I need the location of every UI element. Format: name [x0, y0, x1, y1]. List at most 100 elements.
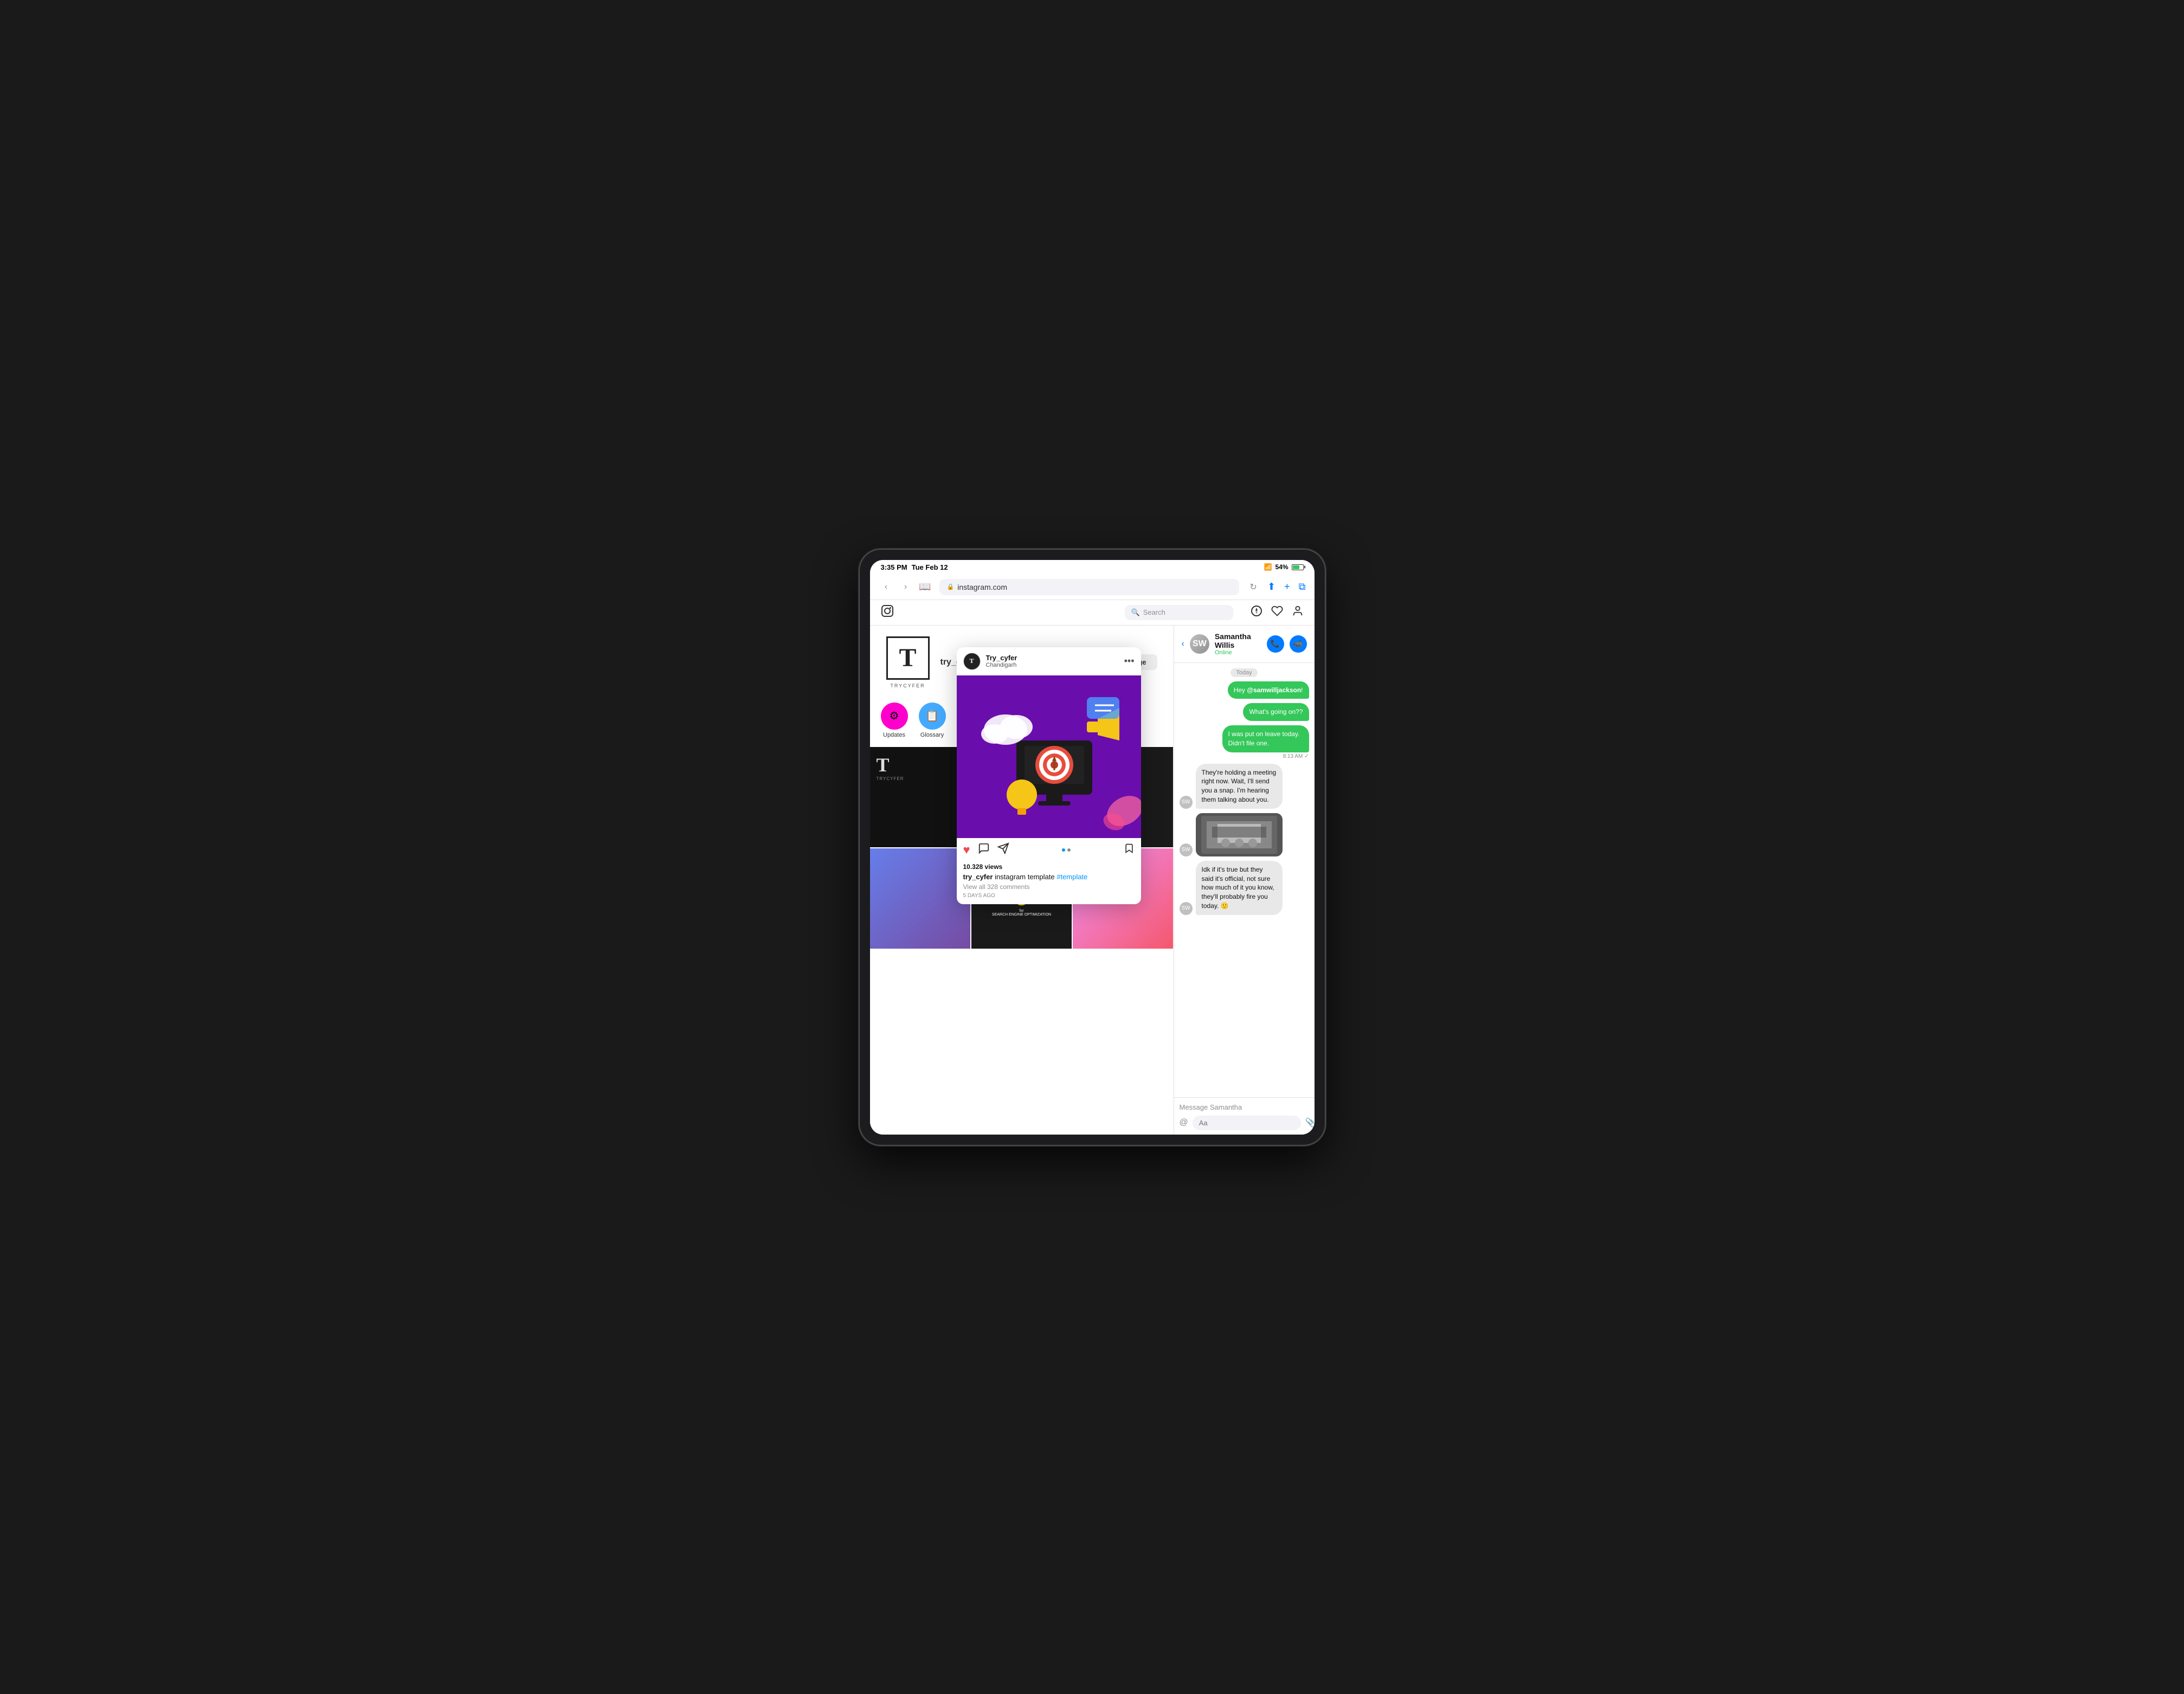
- msg-image-bubble[interactable]: [1196, 813, 1283, 856]
- trycyfer-label: TRYCYFER: [890, 683, 925, 688]
- dot-1: [1062, 848, 1065, 852]
- ig-navbar: 🔍 Search: [870, 600, 1315, 626]
- msg-sender-avatar-1: SW: [1180, 796, 1193, 809]
- main-content: T TRYCYFER try_cyfer Follow Message: [870, 626, 1315, 1135]
- post-views: 10.328 views: [963, 863, 1135, 871]
- battery-percent: 54%: [1275, 563, 1288, 571]
- msg-image-svg: [1196, 813, 1283, 856]
- reload-button[interactable]: ↻: [1246, 579, 1261, 595]
- msg-contact-name: Samantha Willis: [1215, 632, 1261, 649]
- post-card-user-info: Try_cyfer Chandigarh: [986, 654, 1119, 668]
- lock-icon: 🔒: [947, 583, 955, 590]
- view-comments-link[interactable]: View all 328 comments: [963, 883, 1135, 891]
- ipad-frame: 3:35 PM Tue Feb 12 📶 54% ‹ › 📖 🔒 instagr…: [859, 549, 1325, 1145]
- ig-profile-area: T TRYCYFER try_cyfer Follow Message: [870, 626, 1174, 1135]
- post-card-header: T Try_cyfer Chandigarh •••: [957, 647, 1141, 675]
- dots-indicator: [1062, 848, 1071, 852]
- glossary-for-text: forSEARCH ENGINE OPTIMIZATION: [992, 909, 1051, 917]
- compass-icon[interactable]: [1251, 605, 1262, 620]
- msg-row-4: SW They're holding a meeting right now. …: [1180, 764, 1309, 809]
- post-caption: try_cyfer instagram template #template: [963, 873, 1135, 881]
- post-card-actions: ♥: [957, 838, 1141, 862]
- profile-icon[interactable]: [1292, 605, 1304, 620]
- like-button[interactable]: ♥: [963, 843, 970, 857]
- at-icon[interactable]: @: [1180, 1118, 1188, 1128]
- msg-bubble-3: I was put on leave today. Didn't file on…: [1222, 725, 1309, 752]
- bookmarks-button[interactable]: 📖: [918, 579, 933, 595]
- post-card-avatar: T: [963, 653, 981, 670]
- msg-sender-avatar-3: SW: [1180, 902, 1193, 915]
- ig-search-bar[interactable]: 🔍 Search: [1125, 605, 1233, 620]
- msg-bubble-5: Idk if it's true but they said it's offi…: [1196, 861, 1283, 915]
- time-display: 3:35 PM: [881, 563, 907, 571]
- glossary-label: Glossary: [920, 732, 944, 738]
- battery-fill: [1293, 565, 1299, 569]
- msg-row-5: SW: [1180, 813, 1309, 856]
- share-button[interactable]: ⬆: [1267, 581, 1275, 592]
- msg-bubble-4: They're holding a meeting right now. Wai…: [1196, 764, 1283, 809]
- status-bar: 3:35 PM Tue Feb 12 📶 54%: [870, 560, 1315, 575]
- msg-input-row: @ 📎 🖼 📷 🎤 ▶: [1180, 1116, 1309, 1130]
- msg-row-3-container: I was put on leave today. Didn't file on…: [1222, 725, 1309, 759]
- url-text: instagram.com: [957, 583, 1007, 591]
- battery-icon: [1292, 564, 1304, 570]
- glossary-item[interactable]: 📋 Glossary: [919, 703, 946, 738]
- msg-row-2: What's going on??: [1180, 703, 1309, 721]
- msg-online-status: Online: [1215, 649, 1261, 656]
- post-card-location: Chandigarh: [986, 662, 1119, 668]
- grid-item-1[interactable]: T TRYCYFER: [870, 747, 970, 847]
- msg-input-placeholder: Message Samantha: [1180, 1102, 1309, 1112]
- msg-header: ‹ SW Samantha Willis Online 📞 📹: [1174, 626, 1315, 663]
- tabs-button[interactable]: ⧉: [1299, 581, 1306, 592]
- search-icon: 🔍: [1131, 608, 1140, 617]
- msg-bubble-2: What's going on??: [1243, 703, 1309, 721]
- attach-icon[interactable]: 📎: [1305, 1117, 1315, 1128]
- phone-call-button[interactable]: 📞: [1267, 635, 1284, 653]
- heart-icon[interactable]: [1271, 605, 1283, 620]
- msg-row-1: Hey @samwilljackson!: [1180, 681, 1309, 699]
- caption-username: try_cyfer: [963, 873, 993, 881]
- post-more-button[interactable]: •••: [1124, 655, 1135, 667]
- msg-sender-avatar-2: SW: [1180, 843, 1193, 856]
- glossary-icon: 📋: [919, 703, 946, 730]
- bookmark-button[interactable]: [1124, 842, 1135, 858]
- msg-date-label: Today: [1230, 668, 1257, 677]
- share-post-button[interactable]: [997, 842, 1009, 858]
- msg-timestamp-1: 8:13 AM ✓: [1283, 753, 1309, 759]
- trycyfer-logo: T: [886, 636, 930, 680]
- post-card-body: 10.328 views try_cyfer instagram templat…: [957, 862, 1141, 904]
- msg-input-area: Message Samantha @ 📎 🖼 📷 🎤 ▶: [1174, 1097, 1315, 1135]
- new-tab-button[interactable]: +: [1284, 581, 1290, 592]
- date-display: Tue Feb 12: [912, 563, 948, 571]
- ipad-screen: 3:35 PM Tue Feb 12 📶 54% ‹ › 📖 🔒 instagr…: [870, 560, 1315, 1135]
- browser-chrome: ‹ › 📖 🔒 instagram.com ↻ ⬆ + ⧉: [870, 575, 1315, 600]
- post-card: T Try_cyfer Chandigarh •••: [957, 647, 1141, 904]
- updates-icon: ⚙: [881, 703, 908, 730]
- post-time: 5 DAYS AGO: [963, 893, 1135, 899]
- grid-item-4[interactable]: [870, 848, 970, 949]
- comment-button[interactable]: [978, 842, 990, 858]
- msg-call-buttons: 📞 📹: [1267, 635, 1307, 653]
- back-button[interactable]: ‹: [879, 579, 894, 595]
- messages-panel: ‹ SW Samantha Willis Online 📞 📹 To: [1174, 626, 1315, 1135]
- url-bar[interactable]: 🔒 instagram.com: [939, 579, 1240, 595]
- msg-body: Today Hey @samwilljackson! What's going …: [1174, 663, 1315, 1097]
- forward-button[interactable]: ›: [898, 579, 913, 595]
- msg-text-field[interactable]: [1193, 1116, 1301, 1130]
- wifi-icon: 📶: [1264, 563, 1272, 571]
- msg-bubble-1: Hey @samwilljackson!: [1228, 681, 1309, 699]
- msg-back-button[interactable]: ‹: [1182, 639, 1184, 649]
- msg-row-6: SW Idk if it's true but they said it's o…: [1180, 861, 1309, 915]
- updates-item[interactable]: ⚙ Updates: [881, 703, 908, 738]
- caption-hashtag: #template: [1056, 873, 1087, 881]
- post-card-username: Try_cyfer: [986, 654, 1119, 662]
- post-card-image: [957, 675, 1141, 838]
- grid-t-letter: T: [877, 753, 964, 776]
- msg-avatar-img: SW: [1190, 634, 1209, 654]
- msg-contact-info: Samantha Willis Online: [1215, 632, 1261, 656]
- post-illustration: [957, 675, 1141, 838]
- video-call-button[interactable]: 📹: [1290, 635, 1307, 653]
- grid-t-label: TRYCYFER: [877, 776, 964, 781]
- instagram-logo: [881, 604, 894, 621]
- msg-row-3: I was put on leave today. Didn't file on…: [1180, 725, 1309, 759]
